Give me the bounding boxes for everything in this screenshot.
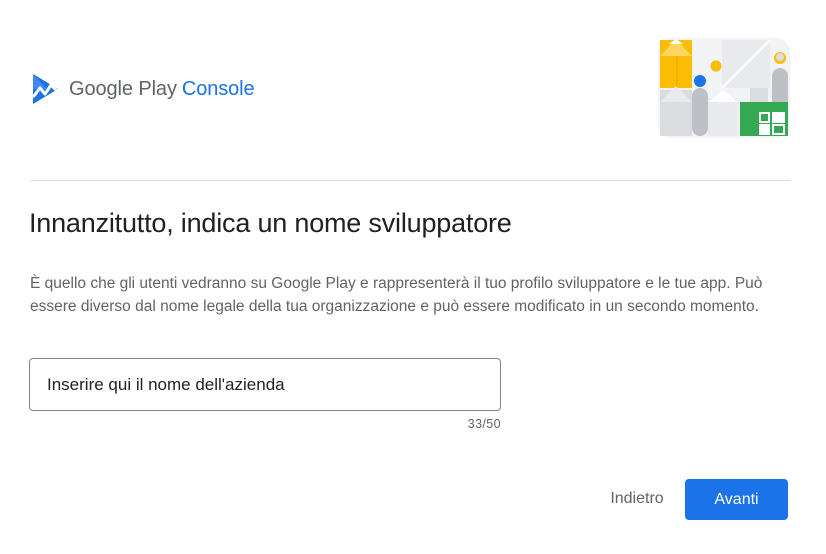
developer-name-field[interactable] [29,358,501,411]
page-description: È quello che gli utenti vedranno su Goog… [30,275,763,315]
page-title: Innanzitutto, indica un nome sviluppator… [29,208,512,238]
developer-name-input[interactable] [30,359,500,410]
play-console-logo: Google Play Console [30,72,255,106]
next-button[interactable]: Avanti [685,479,788,520]
logo-brand-text: Google Play [69,77,177,100]
developer-illustration [658,38,790,138]
header-divider [30,180,790,181]
logo-wordmark: Google Play Console [69,78,255,101]
character-counter: 33/50 [467,417,501,431]
logo-product-text: Console [181,77,255,100]
back-button[interactable]: Indietro [594,479,680,519]
google-play-console-logo-icon [32,74,58,104]
